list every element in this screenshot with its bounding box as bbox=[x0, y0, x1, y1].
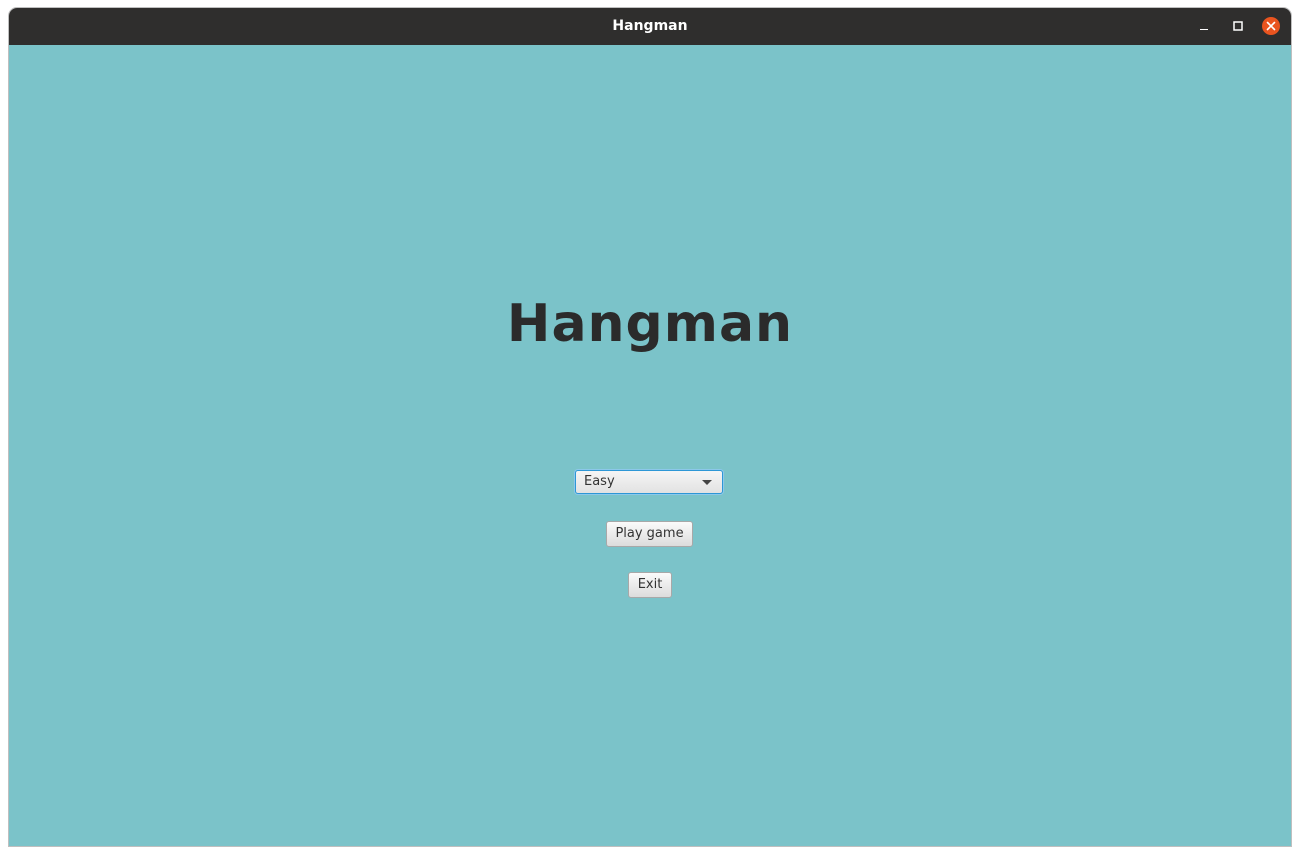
exit-button[interactable]: Exit bbox=[628, 572, 672, 598]
title-bar[interactable]: Hangman bbox=[9, 8, 1291, 45]
app-window: Hangman Hangman Easy Play game Exit bbox=[9, 8, 1291, 846]
chevron-down-icon bbox=[702, 480, 712, 485]
minimize-icon bbox=[1200, 29, 1208, 30]
window-title: Hangman bbox=[612, 18, 688, 34]
maximize-button[interactable] bbox=[1229, 17, 1247, 35]
page-title: Hangman bbox=[506, 294, 794, 354]
close-icon bbox=[1266, 21, 1276, 31]
difficulty-selected-value: Easy bbox=[584, 474, 615, 489]
difficulty-select[interactable]: Easy bbox=[575, 470, 723, 494]
close-button[interactable] bbox=[1262, 17, 1280, 35]
main-content: Hangman Easy Play game Exit bbox=[9, 45, 1291, 846]
minimize-button[interactable] bbox=[1195, 17, 1213, 35]
maximize-icon bbox=[1233, 21, 1243, 31]
play-game-button[interactable]: Play game bbox=[606, 521, 693, 547]
